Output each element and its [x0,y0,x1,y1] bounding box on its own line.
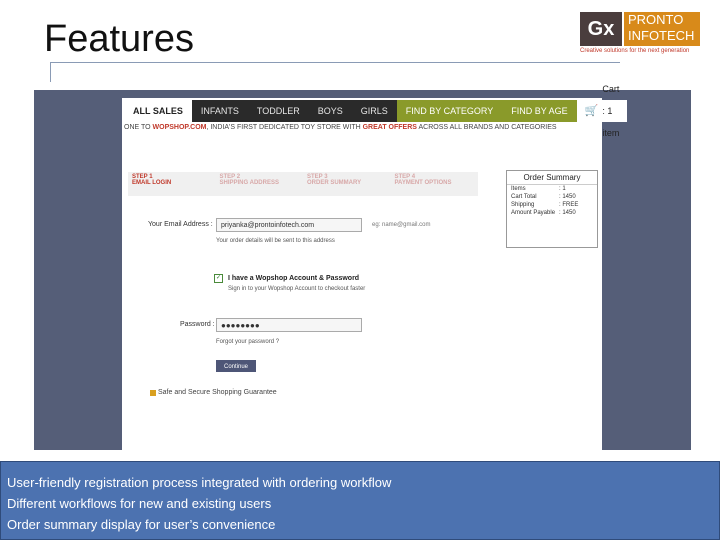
website-screenshot: ALL SALES INFANTS TODDLER BOYS GIRLS FIN… [34,84,691,450]
nav-find-by-category[interactable]: FIND BY CATEGORY [396,100,503,122]
password-label: Password : [180,321,215,328]
step-name: SHIPPING ADDRESS [219,180,279,186]
order-summary-title: Order Summary [507,171,597,185]
email-note: Your order details will be sent to this … [216,238,335,244]
site-panel [122,90,602,450]
account-checkbox-note: Sign in to your Wopshop Account to check… [228,286,366,292]
feature-notes: User-friendly registration process integ… [0,461,720,540]
step-order-summary: STEP 3 ORDER SUMMARY [303,172,391,196]
banner-middle: , INDIA'S FIRST DEDICATED TOY STORE WITH [206,124,363,131]
feature-note: Order summary display for user’s conveni… [7,517,276,532]
cart-icon: 🛒 [584,105,599,117]
order-key: Items [511,186,526,192]
order-summary-box: Order Summary Items: 1 Cart Total: 1450 … [506,170,598,248]
order-value: : 1450 [559,210,576,216]
title-rule-vertical [50,62,51,82]
order-row: Amount Payable: 1450 [507,209,597,217]
banner-highlight: GREAT OFFERS [362,124,417,131]
order-key: Cart Total [511,194,537,200]
site-top-strip [122,90,602,98]
checkout-steps: STEP 1 EMAIL LOGIN STEP 2 SHIPPING ADDRE… [128,172,478,196]
nav-find-by-age[interactable]: FIND BY AGE [502,100,577,122]
cart-button[interactable]: 🛒 Cart : 1 item [576,84,628,138]
password-input[interactable]: ●●●●●●●● [216,318,362,332]
company-logo: Gx PRONTO INFOTECH Creative solutions fo… [580,10,704,60]
email-hint: eg: name@gmail.com [372,222,431,228]
logo-tagline: Creative solutions for the next generati… [580,48,690,54]
email-label: Your Email Address : [148,221,213,228]
nav-toddler[interactable]: TODDLER [248,100,309,122]
order-key: Amount Payable [511,210,556,216]
title-rule-horizontal [50,62,620,63]
step-name: EMAIL LOGIN [132,180,172,186]
cart-label: Cart : 1 item [602,84,620,138]
nav-all-sales[interactable]: ALL SALES [124,100,192,122]
step-email-login: STEP 1 EMAIL LOGIN [128,172,216,196]
safe-shopping-label: Safe and Secure Shopping Guarantee [158,389,277,396]
feature-note: User-friendly registration process integ… [7,475,392,490]
step-shipping-address: STEP 2 SHIPPING ADDRESS [216,172,304,196]
order-value: : 1450 [559,194,576,200]
account-checkbox[interactable]: ✓ [214,274,223,283]
step-name: PAYMENT OPTIONS [394,180,452,186]
order-row: Cart Total : 1450 [507,193,597,201]
banner-prefix: ONE TO [124,124,153,131]
promo-banner: ONE TO WOPSHOP.COM, INDIA'S FIRST DEDICA… [124,124,600,136]
continue-button[interactable]: Continue [216,360,256,372]
nav-boys[interactable]: BOYS [309,100,352,122]
nav-girls[interactable]: GIRLS [352,100,397,122]
email-input[interactable]: priyanka@prontoinfotech.com [216,218,362,232]
order-key: Shipping [511,202,535,208]
safe-shopping-icon [150,390,156,396]
order-value: : 1 [559,186,566,192]
banner-suffix: ACROSS ALL BRANDS AND CATEGORIES [416,124,557,131]
logo-text: PRONTO INFOTECH [624,12,700,46]
forgot-password-link[interactable]: Forgot your password ? [216,339,279,345]
nav-infants[interactable]: INFANTS [192,100,248,122]
feature-note: Different workflows for new and existing… [7,496,272,511]
site-navbar: ALL SALES INFANTS TODDLER BOYS GIRLS FIN… [124,84,628,138]
order-value: : FREE [559,202,579,208]
slide-title: Features [44,18,194,60]
order-row: Shipping : FREE [507,201,597,209]
step-payment-options: STEP 4 PAYMENT OPTIONS [391,172,479,196]
logo-line-1: PRONTO [628,12,684,27]
step-name: ORDER SUMMARY [307,180,362,186]
logo-mark: Gx [580,12,622,46]
banner-site: WOPSHOP.COM [152,124,207,131]
order-row: Items : 1 [507,185,597,193]
account-checkbox-label: I have a Wopshop Account & Password [228,275,360,282]
logo-line-2: INFOTECH [628,28,695,43]
